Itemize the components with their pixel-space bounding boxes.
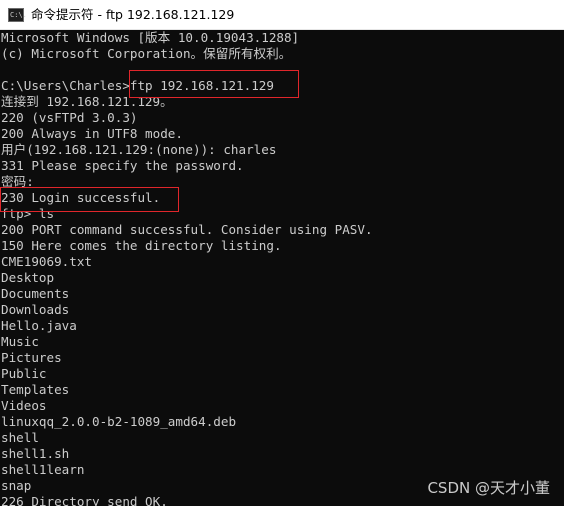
console-icon-text: C:\. xyxy=(10,11,27,19)
terminal-line: Desktop xyxy=(1,270,55,285)
terminal-line: shell1.sh xyxy=(1,446,70,461)
terminal-line: 用户(192.168.121.129:(none)): charles xyxy=(1,142,277,157)
highlight-login-successful xyxy=(0,187,179,212)
terminal-line: shell1learn xyxy=(1,462,85,477)
terminal-line: Music xyxy=(1,334,39,349)
terminal-line: Hello.java xyxy=(1,318,77,333)
terminal-line: linuxqq_2.0.0-b2-1089_amd64.deb xyxy=(1,414,237,429)
watermark: CSDN @天才小董 xyxy=(427,479,550,497)
terminal-line: 150 Here comes the directory listing. xyxy=(1,238,282,253)
title-bar: C:\. 命令提示符 - ftp 192.168.121.129 xyxy=(0,0,564,30)
terminal-line: Public xyxy=(1,366,47,381)
terminal-line: (c) Microsoft Corporation。保留所有权利。 xyxy=(1,46,292,61)
terminal-line: snap xyxy=(1,478,32,493)
terminal-line: 220 (vsFTPd 3.0.3) xyxy=(1,110,138,125)
terminal-line: Videos xyxy=(1,398,47,413)
console-icon: C:\. xyxy=(8,8,27,22)
terminal-line: shell xyxy=(1,430,39,445)
terminal-line: 331 Please specify the password. xyxy=(1,158,244,173)
terminal-line: 200 Always in UTF8 mode. xyxy=(1,126,183,141)
terminal-line: CME19069.txt xyxy=(1,254,92,269)
terminal-line: 226 Directory send OK. xyxy=(1,494,168,506)
highlight-ftp-command xyxy=(129,70,299,98)
terminal-line: Microsoft Windows [版本 10.0.19043.1288] xyxy=(1,30,300,45)
terminal-output[interactable]: Microsoft Windows [版本 10.0.19043.1288] (… xyxy=(0,30,564,506)
terminal-line: Documents xyxy=(1,286,70,301)
terminal-line: 200 PORT command successful. Consider us… xyxy=(1,222,373,237)
terminal-line: Downloads xyxy=(1,302,70,317)
terminal-line: Pictures xyxy=(1,350,62,365)
window-title: 命令提示符 - ftp 192.168.121.129 xyxy=(31,7,235,22)
terminal-line: Templates xyxy=(1,382,70,397)
